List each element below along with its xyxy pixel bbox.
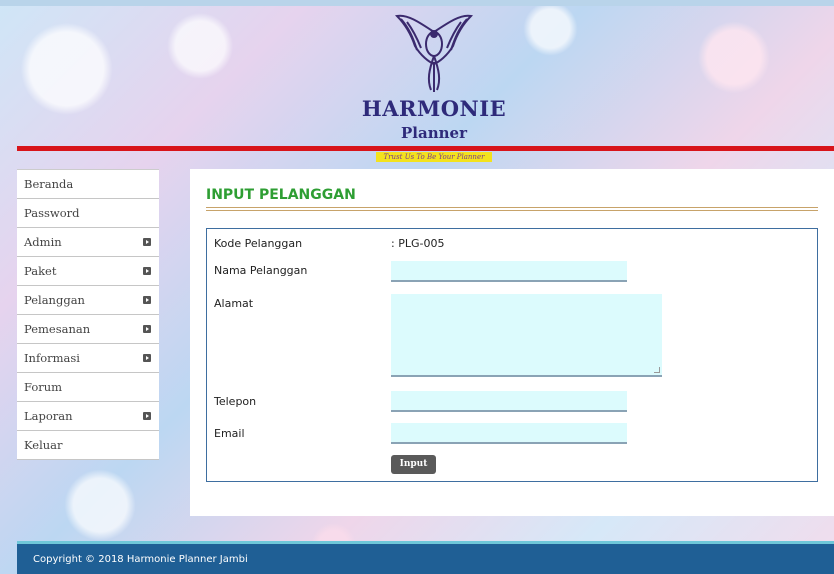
alamat-label: Alamat [214,297,254,310]
sidebar-item-label: Pemesanan [24,322,91,336]
title-divider [206,207,818,211]
sidebar-item-forum[interactable]: Forum [17,373,159,402]
phoenix-icon [394,14,474,92]
sidebar-item-pelanggan[interactable]: Pelanggan [17,286,159,315]
telepon-label: Telepon [214,395,257,408]
sidebar-item-paket[interactable]: Paket [17,257,159,286]
brand-name: HARMONIE Planner [339,98,529,144]
submenu-arrow-icon [143,325,151,333]
sidebar-item-laporan[interactable]: Laporan [17,402,159,431]
sidebar-item-label: Pelanggan [24,293,85,307]
brand-main-text: HARMONIE [361,96,507,121]
sidebar-item-pemesanan[interactable]: Pemesanan [17,315,159,344]
sidebar-item-label: Password [24,206,80,220]
sidebar-item-label: Paket [24,264,57,278]
copyright-text: Copyright © 2018 Harmonie Planner Jambi [33,553,248,565]
input-submit-button[interactable]: Input [391,455,436,474]
sidebar-item-label: Forum [24,380,63,394]
telepon-input[interactable] [391,391,627,412]
sidebar-item-label: Informasi [24,351,80,365]
nama-pelanggan-label: Nama Pelanggan [214,264,308,277]
header-divider [17,146,834,151]
header-banner: HARMONIE Planner Trust Us To Be Your Pla… [17,6,834,162]
kode-pelanggan-label: Kode Pelanggan [214,237,303,250]
main-content: INPUT PELANGGAN Kode Pelanggan : PLG-005… [190,169,834,516]
submenu-arrow-icon [143,412,151,420]
submenu-arrow-icon [143,238,151,246]
email-label: Email [214,427,245,440]
submenu-arrow-icon [143,296,151,304]
sidebar-item-label: Laporan [24,409,73,423]
kode-pelanggan-value: : PLG-005 [391,237,445,250]
sidebar-item-beranda[interactable]: Beranda [17,170,159,199]
email-input[interactable] [391,423,627,444]
customer-form: Kode Pelanggan : PLG-005 Nama Pelanggan … [206,228,818,482]
sidebar-menu: Beranda Password Admin Paket Pelanggan P… [17,169,159,460]
footer: Copyright © 2018 Harmonie Planner Jambi [17,544,834,574]
sidebar-item-informasi[interactable]: Informasi [17,344,159,373]
tagline: Trust Us To Be Your Planner [375,152,493,162]
submenu-arrow-icon [143,354,151,362]
sidebar-item-label: Keluar [24,438,63,452]
sidebar-item-label: Beranda [24,177,74,191]
submenu-arrow-icon [143,267,151,275]
sidebar-item-keluar[interactable]: Keluar [17,431,159,460]
sidebar-item-label: Admin [24,235,62,249]
sidebar-item-admin[interactable]: Admin [17,228,159,257]
site-logo[interactable]: HARMONIE Planner Trust Us To Be Your Pla… [339,12,529,162]
sidebar-item-password[interactable]: Password [17,199,159,228]
nama-pelanggan-input[interactable] [391,261,627,282]
brand-sub-text: Planner [401,124,467,142]
alamat-textarea[interactable] [391,294,662,377]
page-title: INPUT PELANGGAN [206,187,356,203]
